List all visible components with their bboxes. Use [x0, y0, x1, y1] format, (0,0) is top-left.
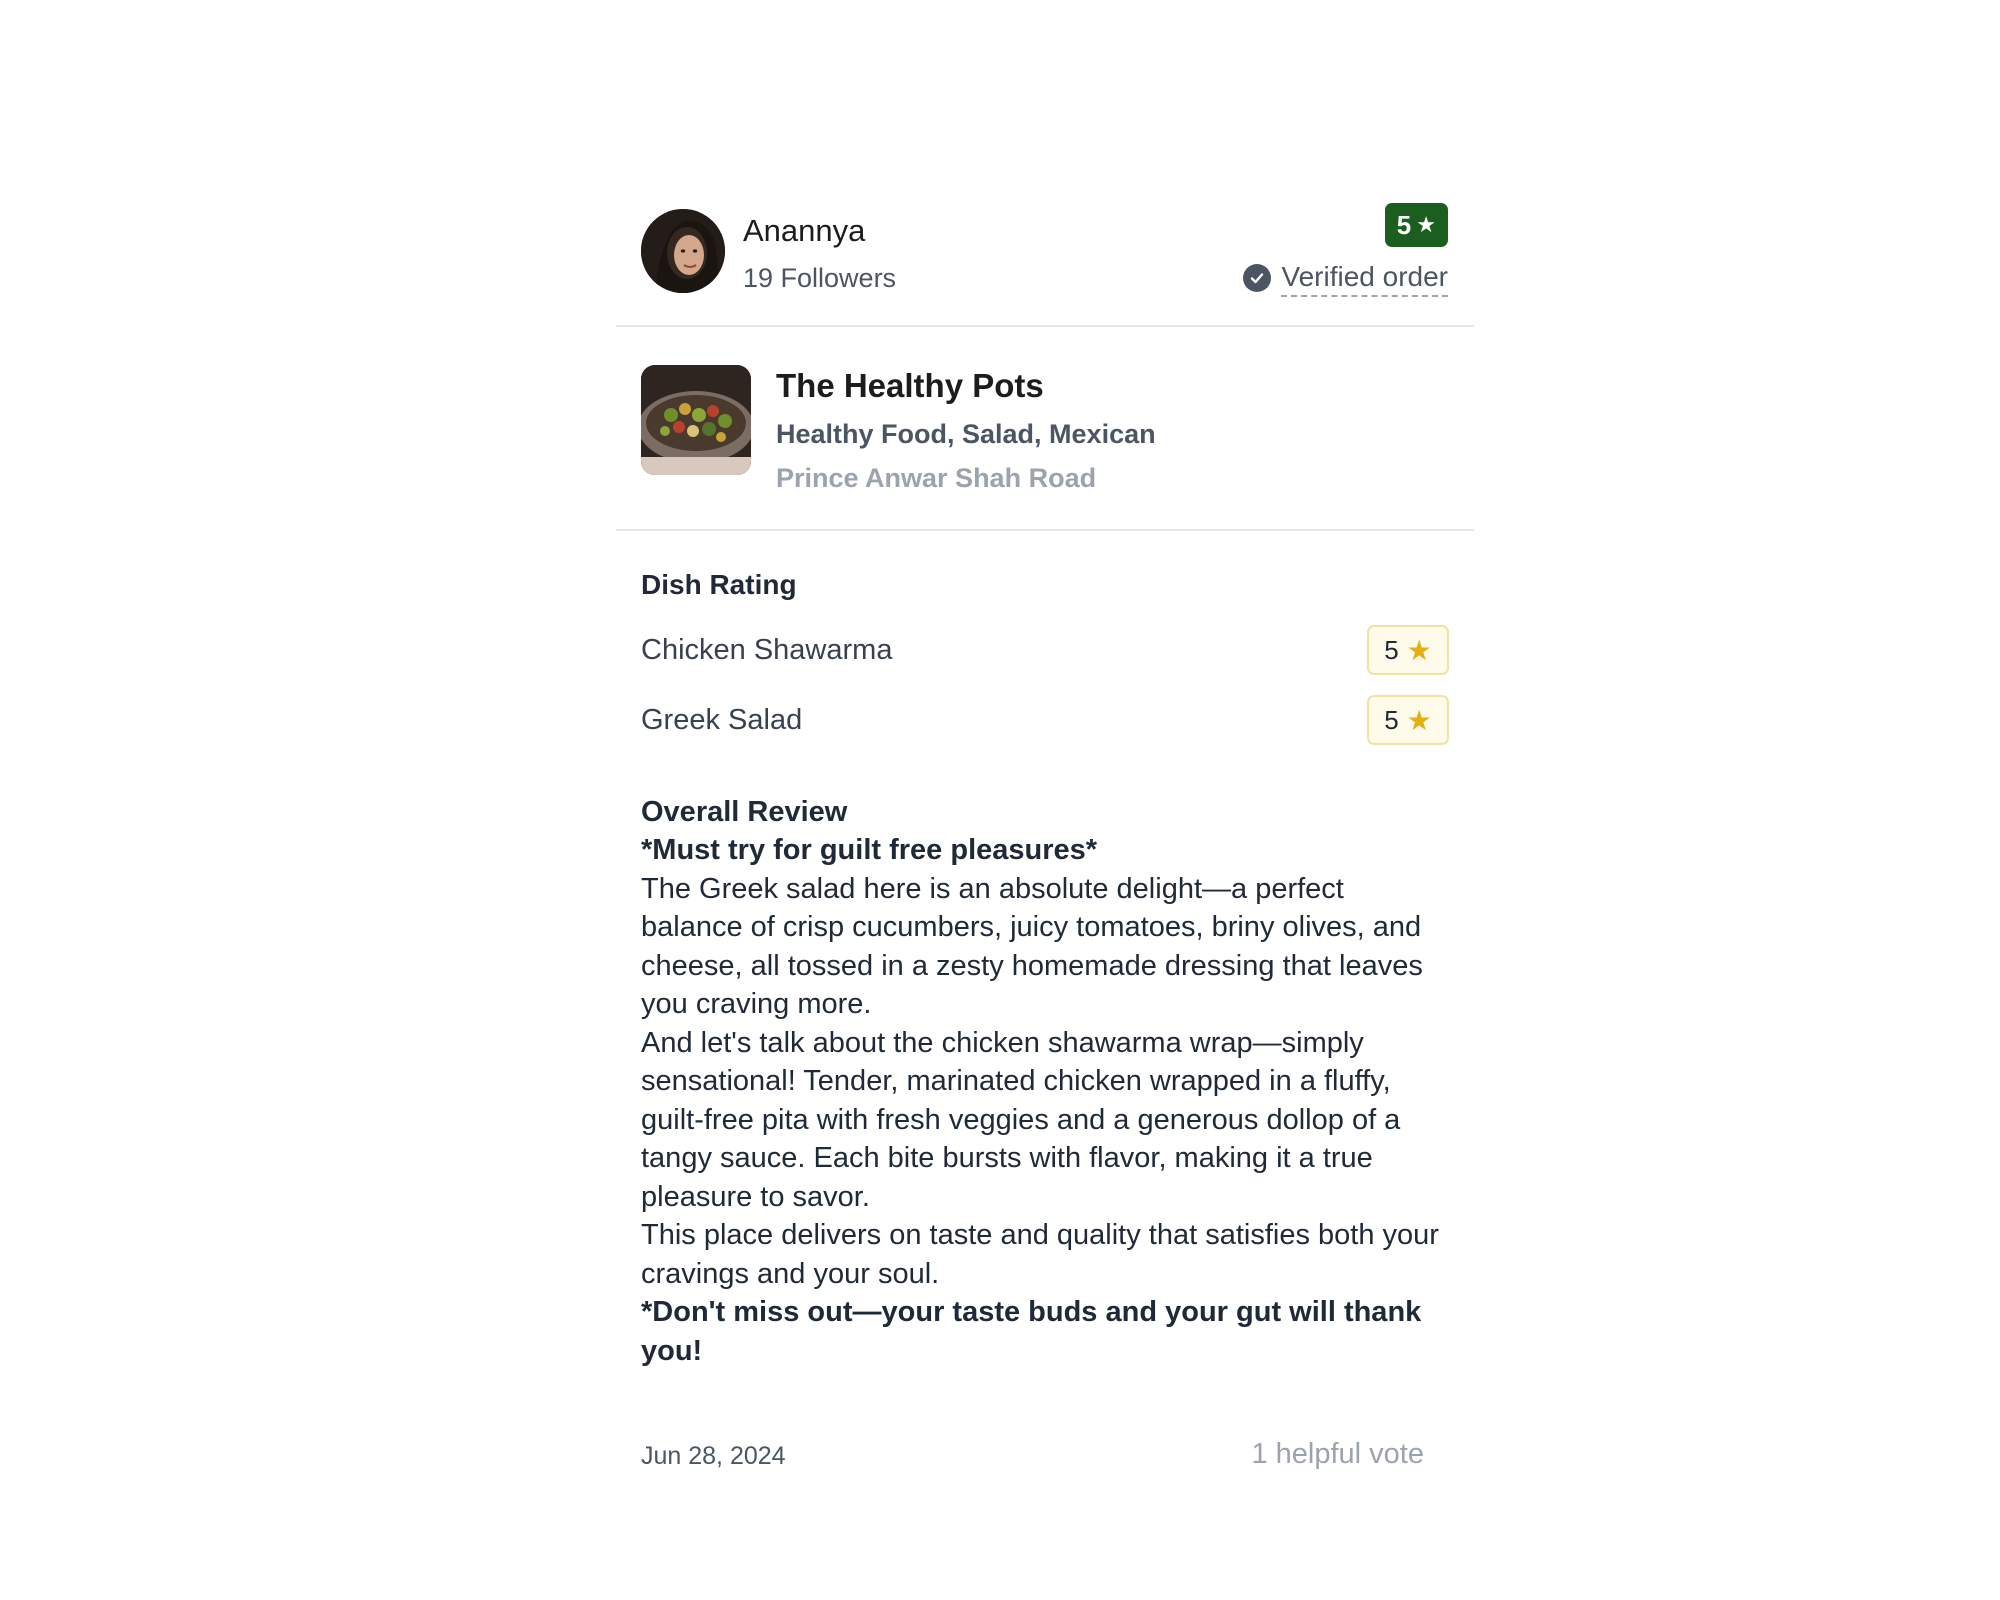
overall-rating-badge: 5 ★: [1384, 203, 1448, 247]
dish-rating-value: 5: [1384, 634, 1399, 665]
restaurant-cuisines: Healthy Food, Salad, Mexican: [776, 419, 1156, 449]
verified-order-label: Verified order: [1281, 259, 1448, 297]
review-paragraph: And let's talk about the chicken shawarm…: [641, 1026, 1401, 1213]
dish-rating-row: Greek Salad 5 ★: [641, 685, 1449, 755]
reviewer-header: Anannya 19 Followers 5 ★ Verified order: [616, 195, 1474, 327]
restaurant-name[interactable]: The Healthy Pots: [776, 367, 1044, 405]
review-headline: *Must try for guilt free pleasures*: [641, 834, 1098, 866]
star-icon: ★: [1406, 634, 1432, 666]
review-closing: *Don't miss out—your taste buds and your…: [641, 1296, 1422, 1367]
dish-rating-title: Dish Rating: [641, 569, 797, 600]
star-icon: ★: [1416, 212, 1436, 237]
dish-name: Chicken Shawarma: [641, 633, 893, 666]
restaurant-thumbnail[interactable]: [641, 365, 751, 475]
review-card: Anannya 19 Followers 5 ★ Verified order: [616, 195, 1474, 1492]
star-icon: ★: [1406, 704, 1432, 736]
overall-review: Overall Review *Must try for guilt free …: [616, 755, 1474, 1370]
overall-review-title: Overall Review: [641, 796, 848, 828]
dish-rating-section: Dish Rating Chicken Shawarma 5 ★ Greek S…: [616, 531, 1474, 755]
avatar-image: [641, 209, 725, 293]
reviewer-name[interactable]: Anannya: [743, 213, 865, 249]
food-image: [641, 365, 751, 475]
avatar[interactable]: [641, 209, 725, 293]
check-circle-icon: [1243, 264, 1272, 292]
follower-count: 19 Followers: [743, 263, 897, 293]
review-date: Jun 28, 2024: [641, 1442, 786, 1470]
dish-rating-row: Chicken Shawarma 5 ★: [641, 615, 1449, 685]
helpful-vote-count[interactable]: 1 helpful vote: [1251, 1438, 1424, 1471]
dish-name: Greek Salad: [641, 703, 803, 736]
dish-rating-badge: 5 ★: [1367, 625, 1449, 675]
overall-rating-value: 5: [1396, 209, 1412, 240]
review-paragraph: This place delivers on taste and quality…: [641, 1219, 1439, 1290]
dish-rating-value: 5: [1384, 704, 1399, 735]
restaurant-location: Prince Anwar Shah Road: [776, 463, 1097, 493]
dish-rating-badge: 5 ★: [1367, 695, 1449, 745]
verified-order[interactable]: Verified order: [1243, 259, 1448, 297]
restaurant-info[interactable]: The Healthy Pots Healthy Food, Salad, Me…: [616, 327, 1474, 531]
review-body: *Must try for guilt free pleasures* The …: [641, 831, 1449, 1370]
review-paragraph: The Greek salad here is an absolute deli…: [641, 872, 1423, 1021]
review-footer: Jun 28, 2024 1 helpful vote: [616, 1432, 1474, 1492]
